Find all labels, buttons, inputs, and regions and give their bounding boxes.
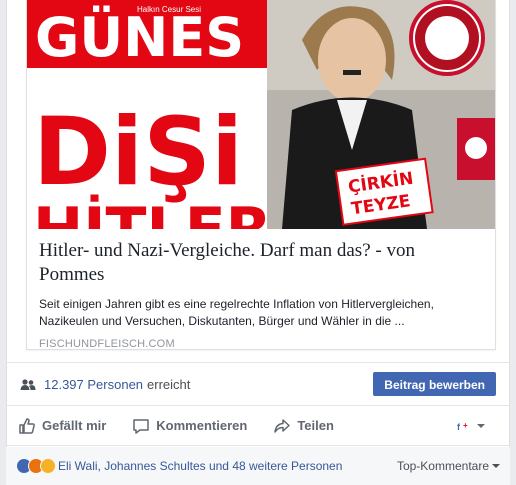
comment-icon — [133, 418, 150, 434]
share-arrow-icon — [274, 418, 291, 433]
reach-label: erreicht — [147, 376, 191, 392]
top-comments-label: Top-Kommentare — [396, 459, 489, 473]
reactions-row: Eli Wali, Johannes Schultes und 48 weite… — [6, 447, 510, 485]
comment-button[interactable]: Kommentieren — [132, 417, 247, 435]
link-preview[interactable]: GÜNES Halkın Cesur Sesi DiŞi HİTLER — [26, 0, 496, 350]
svg-text:+: + — [463, 421, 468, 430]
link-preview-text[interactable]: Hitler- und Nazi-Vergleiche. Darf man da… — [27, 229, 495, 350]
link-domain: FISCHUNDFLEISCH.COM — [39, 338, 175, 350]
link-title[interactable]: Hitler- und Nazi-Vergleiche. Darf man da… — [39, 239, 483, 287]
comment-label: Kommentieren — [156, 418, 248, 433]
chevron-down-icon — [492, 464, 500, 468]
reactors-summary[interactable]: Eli Wali, Johannes Schultes und 48 weite… — [58, 459, 342, 473]
newspaper-cover-image: GÜNES Halkın Cesur Sesi DiŞi HİTLER — [27, 0, 495, 229]
link-description: Seit einigen Jahren gibt es eine regelre… — [39, 297, 434, 328]
boost-post-button[interactable]: Beitrag bewerben — [373, 372, 496, 396]
like-button[interactable]: Gefällt mir — [18, 417, 106, 435]
people-icon — [20, 378, 36, 390]
actions-row: Gefällt mir Kommentieren Teilen f + — [6, 406, 510, 446]
reaction-icons[interactable] — [16, 458, 56, 474]
post-as-selector[interactable]: f + — [456, 418, 486, 433]
haha-reaction-icon — [40, 458, 56, 474]
thumbs-up-icon — [19, 417, 35, 434]
svg-text:Halkın Cesur Sesi: Halkın Cesur Sesi — [137, 5, 201, 14]
masthead-text: GÜNES — [35, 6, 244, 69]
reach-count-link[interactable]: 12.397 Personen — [44, 377, 143, 392]
share-label: Teilen — [297, 418, 334, 433]
top-comments-selector[interactable]: Top-Kommentare — [397, 459, 500, 473]
headline-text: DiŞi — [33, 98, 243, 207]
reach-row: 12.397 Personen erreicht Beitrag bewerbe… — [6, 362, 510, 406]
chevron-down-icon — [477, 423, 485, 428]
svg-text:HİTLER: HİTLER — [33, 193, 272, 229]
page-avatar-icon: f + — [456, 418, 472, 433]
like-label: Gefällt mir — [42, 418, 107, 433]
share-button[interactable]: Teilen — [273, 417, 334, 435]
link-preview-image[interactable]: GÜNES Halkın Cesur Sesi DiŞi HİTLER — [27, 0, 495, 229]
